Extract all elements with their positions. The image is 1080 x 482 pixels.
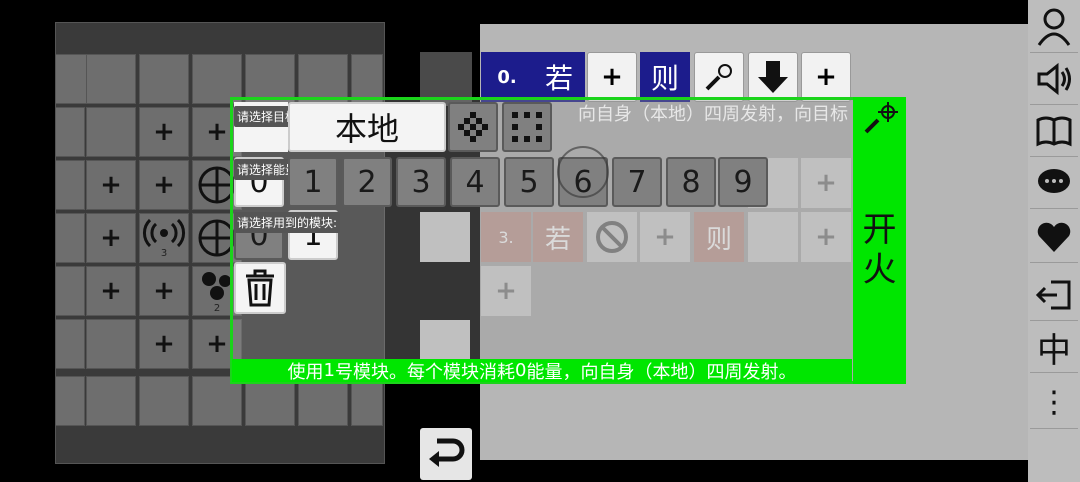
broadcast-icon <box>143 218 185 247</box>
energy-option-9[interactable]: 9 <box>718 157 768 207</box>
grid-cell[interactable] <box>86 107 136 157</box>
add-module-button[interactable]: + <box>139 107 189 157</box>
fire-label-1: 开 <box>862 210 897 250</box>
energy-option-4[interactable]: 4 <box>450 157 500 207</box>
grid-cell[interactable] <box>139 376 189 426</box>
rule-if-label[interactable]: 若 <box>533 52 585 102</box>
add-module-button[interactable]: + <box>139 266 189 316</box>
energy-option-8[interactable]: 8 <box>666 157 716 207</box>
heart-icon[interactable] <box>1030 212 1078 263</box>
person-icon[interactable] <box>1030 2 1078 53</box>
move-down-tile[interactable] <box>748 52 798 102</box>
rule-add-condition-button[interactable]: + <box>587 52 637 102</box>
grid-cell[interactable] <box>55 160 85 210</box>
background-description-text: 向自身（本地）四周发射，向目标 <box>578 104 848 125</box>
target-option-cross[interactable] <box>448 102 498 152</box>
energy-option-2[interactable]: 2 <box>342 157 392 207</box>
exit-icon[interactable] <box>1030 270 1078 321</box>
add-module-button[interactable]: + <box>86 160 136 210</box>
fire-label-2: 火 <box>862 250 897 290</box>
description-module-number: 1 <box>323 360 335 381</box>
energy-option-5[interactable]: 5 <box>504 157 554 207</box>
target-value-button[interactable]: 本地 <box>288 102 446 152</box>
add-module-button[interactable]: + <box>86 266 136 316</box>
ring-pattern-icon <box>512 112 542 142</box>
return-button[interactable] <box>420 428 472 480</box>
sound-icon[interactable] <box>1030 54 1078 105</box>
broadcast-module-tile[interactable]: 3 <box>139 213 189 263</box>
module-label: 请选择用到的模块: <box>234 212 341 233</box>
module-badge: 3 <box>160 247 168 259</box>
fire-target-icon <box>858 102 902 138</box>
grid-cell[interactable] <box>139 54 189 104</box>
arrow-down-icon <box>758 61 788 93</box>
cross-pattern-icon <box>458 112 488 142</box>
grid-cell[interactable] <box>55 376 85 426</box>
description-energy-value: 0 <box>515 360 527 381</box>
grid-cell[interactable] <box>86 376 136 426</box>
grid-cell[interactable] <box>55 266 85 316</box>
module-badge: 2 <box>213 302 221 314</box>
return-arrow-icon <box>429 438 465 467</box>
add-module-button[interactable]: + <box>86 213 136 263</box>
chat-icon[interactable] <box>1030 158 1078 209</box>
fire-button[interactable]: 开 火 <box>853 140 906 360</box>
trash-icon <box>246 269 274 307</box>
energy-option-3[interactable]: 3 <box>396 157 446 207</box>
target-option-ring[interactable] <box>502 102 552 152</box>
rule-index-0[interactable]: 0. <box>481 52 533 102</box>
touch-cursor-ring <box>557 146 609 198</box>
add-module-button[interactable]: + <box>139 319 189 369</box>
grid-cell[interactable] <box>55 213 85 263</box>
action-description: 使用 1 号模块。每个模块消耗 0 能量，向自身（本地）四周发射。 <box>232 359 852 383</box>
fire-action-tile[interactable] <box>694 52 744 102</box>
rule-then-label[interactable]: 则 <box>640 52 690 102</box>
grid-cell[interactable] <box>55 319 85 369</box>
grid-cell[interactable] <box>86 319 136 369</box>
chinese-char-icon[interactable]: 中 <box>1030 322 1078 373</box>
energy-option-1[interactable]: 1 <box>288 157 338 207</box>
add-module-button[interactable]: + <box>139 160 189 210</box>
rule-add-action-button[interactable]: + <box>801 52 851 102</box>
grid-cell[interactable] <box>55 107 85 157</box>
energy-option-7[interactable]: 7 <box>612 157 662 207</box>
book-icon[interactable] <box>1030 106 1078 157</box>
more-icon[interactable]: ⋮ <box>1030 378 1078 429</box>
delete-button[interactable] <box>234 262 286 314</box>
fire-target-icon <box>705 64 732 91</box>
grid-cell[interactable] <box>86 54 136 104</box>
